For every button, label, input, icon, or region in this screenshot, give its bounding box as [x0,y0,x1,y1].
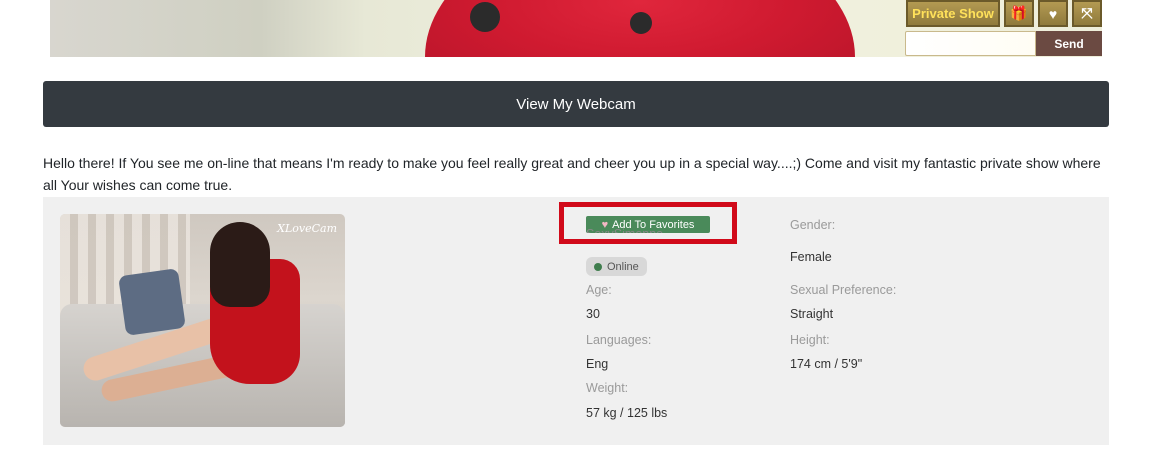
weight-label: Weight: [586,381,629,395]
video-frame-detail [630,12,652,34]
bio-text: Hello there! If You see me on-line that … [43,155,1101,193]
profile-photo[interactable]: XLoveCam [60,214,345,427]
photo-figure [210,222,270,307]
gender-value: Female [790,250,832,264]
gift-button[interactable]: 🎁 [1004,0,1034,27]
username: SexySimonne [586,223,663,233]
photo-pillow [118,268,186,336]
fullscreen-button[interactable]: ⤧ [1072,0,1102,27]
watermark-logo: XLoveCam [277,222,337,235]
languages-label: Languages: [586,333,652,347]
status-label: Online [607,260,639,273]
private-show-button[interactable]: Private Show [906,0,1000,27]
heart-icon: ♥ [1048,5,1058,22]
chat-input[interactable] [905,31,1036,56]
favorite-heart-button[interactable]: ♥ [1038,0,1068,27]
fullscreen-icon: ⤧ [1081,5,1093,21]
player-controls: Private Show 🎁 ♥ ⤧ [906,0,1102,27]
send-button[interactable]: Send [1036,31,1102,56]
view-webcam-button[interactable]: View My Webcam [43,81,1109,127]
height-value: 174 cm / 5'9" [790,357,863,371]
chat-bar: Send [905,31,1102,57]
age-label: Age: [586,283,612,297]
height-label: Height: [790,333,830,347]
age-value: 30 [586,307,600,321]
sexual-preference-label: Sexual Preference: [790,283,897,297]
sexual-preference-value: Straight [790,307,834,321]
online-dot-icon [594,262,602,271]
gift-icon: 🎁 [1010,5,1028,21]
status-badge: Online [586,257,647,276]
weight-value: 57 kg / 125 lbs [586,406,668,420]
gender-label: Gender: [790,218,836,232]
languages-value: Eng [586,357,609,371]
video-frame-detail [470,2,500,32]
profile-panel: XLoveCam ♥ Add To Favorites SexySimonne … [43,197,1109,445]
